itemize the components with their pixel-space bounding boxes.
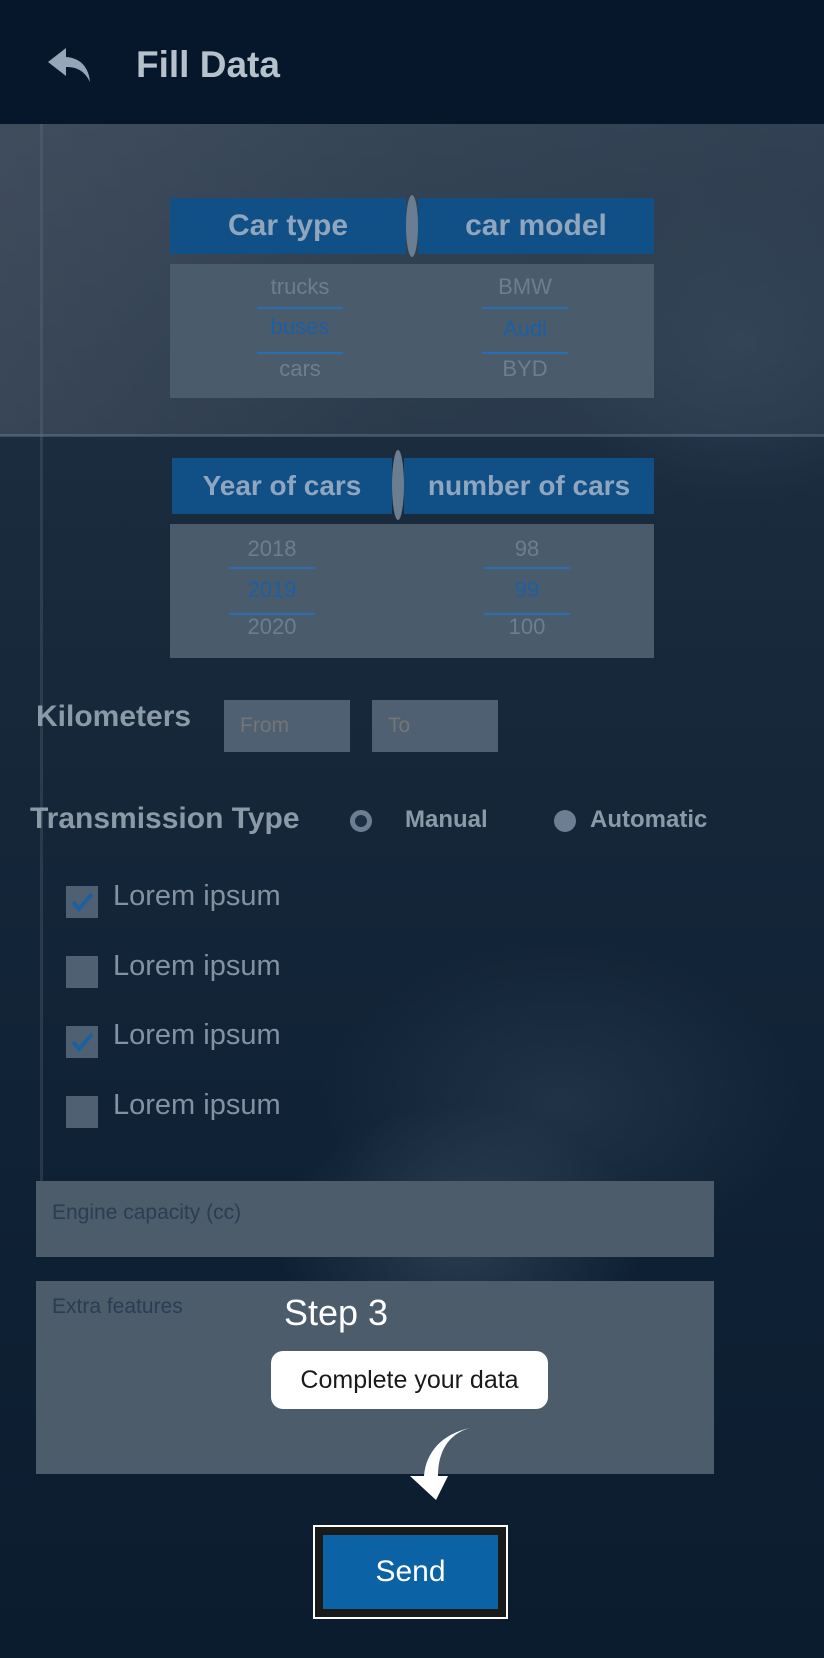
picker-option[interactable]: 2020 bbox=[207, 614, 337, 640]
year-of-cars-header: Year of cars bbox=[172, 458, 392, 514]
engine-capacity-placeholder: Engine capacity (cc) bbox=[52, 1201, 242, 1224]
picker-body: 2018 2019 2020 98 99 100 bbox=[170, 524, 654, 658]
year-column[interactable]: 2018 2019 2020 bbox=[207, 524, 337, 658]
checkbox-4-label[interactable]: Lorem ipsum bbox=[113, 1089, 281, 1122]
car-type-model-picker: Car type car model trucks buses cars BMW… bbox=[170, 195, 654, 398]
picker-option[interactable]: cars bbox=[235, 356, 365, 382]
back-arrow-icon[interactable] bbox=[46, 44, 94, 86]
number-column[interactable]: 98 99 100 bbox=[462, 524, 592, 658]
year-number-picker: Year of cars number of cars 2018 2019 20… bbox=[170, 450, 654, 658]
tutorial-bubble: Complete your data bbox=[271, 1351, 548, 1409]
checkbox-1[interactable] bbox=[66, 886, 98, 918]
page-title: Fill Data bbox=[136, 44, 280, 85]
car-model-header: car model bbox=[418, 198, 654, 254]
selection-line bbox=[229, 567, 315, 569]
header-separator bbox=[392, 450, 404, 520]
checkmark-icon bbox=[71, 1032, 94, 1053]
picker-option[interactable]: trucks bbox=[235, 274, 365, 300]
selection-line bbox=[482, 352, 568, 354]
checkmark-icon bbox=[71, 892, 94, 913]
picker-option[interactable]: 2018 bbox=[207, 536, 337, 562]
selection-line bbox=[482, 307, 568, 309]
background-vertical-line bbox=[40, 124, 43, 1184]
background-divider bbox=[0, 434, 824, 437]
picker-option-selected[interactable]: Audi bbox=[460, 316, 590, 342]
picker-option-selected[interactable]: 2019 bbox=[207, 577, 337, 603]
car-model-column[interactable]: BMW Audi BYD bbox=[460, 264, 590, 398]
checkbox-2-label[interactable]: Lorem ipsum bbox=[113, 950, 281, 983]
picker-option-selected[interactable]: 99 bbox=[462, 577, 592, 603]
number-of-cars-header: number of cars bbox=[404, 458, 654, 514]
checkbox-1-label[interactable]: Lorem ipsum bbox=[113, 880, 281, 913]
picker-option[interactable]: BMW bbox=[460, 274, 590, 300]
manual-radio[interactable] bbox=[350, 810, 372, 832]
checkbox-4[interactable] bbox=[66, 1096, 98, 1128]
car-type-header: Car type bbox=[170, 198, 406, 254]
engine-capacity-input[interactable]: Engine capacity (cc) bbox=[36, 1181, 714, 1257]
kilometers-label: Kilometers bbox=[36, 700, 192, 733]
automatic-radio-label[interactable]: Automatic bbox=[590, 806, 707, 834]
kilometers-from-input[interactable] bbox=[224, 700, 350, 752]
transmission-type-label: Transmission Type bbox=[30, 802, 300, 835]
send-button-frame: Send bbox=[313, 1525, 508, 1619]
picker-option-selected[interactable]: buses bbox=[235, 314, 365, 340]
header-separator bbox=[406, 195, 418, 257]
send-button[interactable]: Send bbox=[323, 1535, 498, 1609]
selection-line bbox=[257, 352, 343, 354]
selection-line bbox=[257, 307, 343, 309]
picker-body: trucks buses cars BMW Audi BYD bbox=[170, 264, 654, 398]
picker-option[interactable]: BYD bbox=[460, 356, 590, 382]
top-bar: Fill Data bbox=[0, 0, 824, 124]
selection-line bbox=[484, 567, 570, 569]
checkbox-2[interactable] bbox=[66, 956, 98, 988]
tutorial-step-title: Step 3 bbox=[284, 1292, 389, 1333]
manual-radio-label[interactable]: Manual bbox=[405, 806, 488, 834]
extra-features-placeholder: Extra features bbox=[52, 1295, 183, 1318]
picker-option[interactable]: 100 bbox=[462, 614, 592, 640]
picker-option[interactable]: 98 bbox=[462, 536, 592, 562]
car-type-column[interactable]: trucks buses cars bbox=[235, 264, 365, 398]
curved-arrow-down-icon bbox=[410, 1428, 470, 1500]
kilometers-to-input[interactable] bbox=[372, 700, 498, 752]
checkbox-3-label[interactable]: Lorem ipsum bbox=[113, 1019, 281, 1052]
automatic-radio[interactable] bbox=[554, 810, 576, 832]
checkbox-3[interactable] bbox=[66, 1026, 98, 1058]
